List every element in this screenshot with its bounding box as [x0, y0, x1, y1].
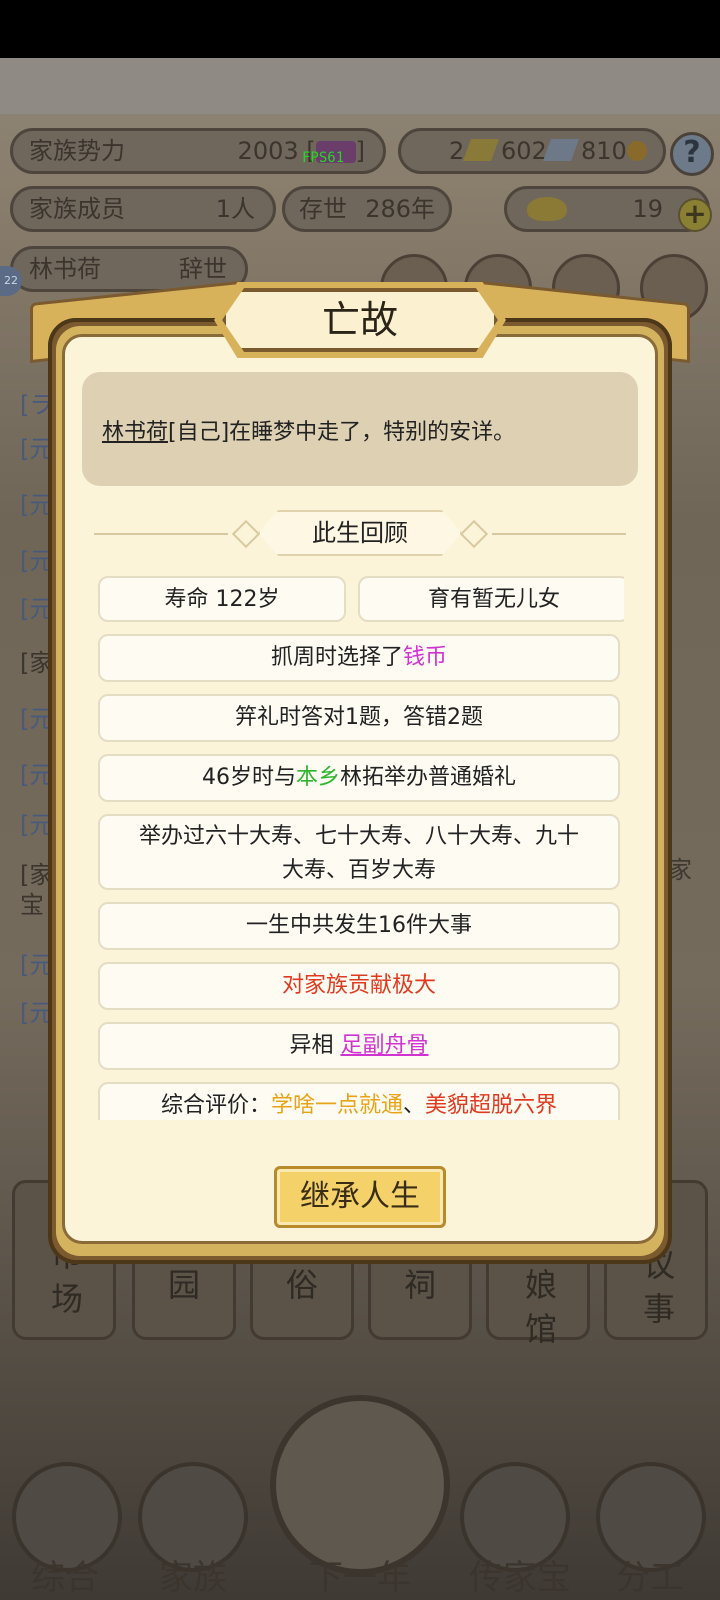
family-members-value: 1人 — [215, 195, 255, 223]
nav-heirloom-label[interactable]: 传家宝 — [455, 1550, 585, 1599]
evaluation-card: 综合评价：学啥一点就通、美貌超脱六界 — [98, 1082, 620, 1120]
family-power-label: 家族势力 — [29, 137, 125, 165]
silver-count: 602 — [501, 137, 547, 165]
section-divider-left — [94, 533, 228, 535]
evaluation-trait-2: 美貌超脱六界 — [425, 1093, 558, 1118]
inherit-life-button[interactable]: 继承人生 — [274, 1166, 446, 1228]
evaluation-label: 综合评价： — [160, 1093, 271, 1118]
building-label: 园 — [167, 1266, 200, 1304]
nav-assign-label[interactable]: 分工 — [585, 1550, 715, 1599]
status-bar — [0, 0, 720, 58]
omen-value-link[interactable]: 足副舟骨 — [341, 1033, 429, 1058]
fps-counter: FPS61 — [302, 150, 345, 166]
zhuazhou-text: 抓周时选择了 — [270, 645, 403, 670]
next-year-orb[interactable] — [270, 1395, 450, 1575]
birthdays-card: 举办过六十大寿、七十大寿、八十大寿、九十大寿、百岁大寿 — [98, 814, 620, 890]
death-message-text: [自己]在睡梦中走了，特别的安详。 — [168, 420, 516, 445]
modal-title: 亡故 — [321, 298, 398, 342]
evaluation-separator: 、 — [403, 1093, 426, 1118]
silk-count: 810 — [581, 137, 627, 165]
jili-card: 笄礼时答对1题，答错2题 — [98, 694, 620, 742]
events-card: 一生中共发生16件大事 — [98, 902, 620, 950]
family-members-pill[interactable]: 家族成员 1人 — [10, 186, 276, 232]
section-divider-right — [492, 533, 626, 535]
nav-overview-label[interactable]: 综合 — [0, 1550, 130, 1599]
currency-pill[interactable]: 2 602 810 — [398, 128, 666, 174]
marriage-card: 46岁时与本乡林拓举办普通婚礼 — [98, 754, 620, 802]
existence-pill: 存世 286年 — [282, 186, 452, 232]
death-message: 林书荷[自己]在睡梦中走了，特别的安详。 — [102, 414, 515, 446]
building-label: 娘馆 — [524, 1266, 557, 1348]
family-power-bracket: ] — [355, 137, 365, 165]
evaluation-trait-1: 学啥一点就通 — [270, 1093, 403, 1118]
coin-icon — [627, 141, 647, 161]
nav-next-year-label[interactable]: 下一年 — [295, 1550, 425, 1599]
existence-value: 286年 — [365, 195, 435, 223]
gold-count: 2 — [449, 137, 465, 165]
children-card: 育有暂无儿女 — [358, 576, 624, 622]
person-name: 林书荷 — [29, 255, 101, 283]
gold-bar-icon — [462, 139, 500, 161]
deceased-name-link[interactable]: 林书荷 — [102, 420, 168, 445]
contribution-card: 对家族贡献极大 — [98, 962, 620, 1010]
marriage-prefix: 46岁时与 — [201, 765, 296, 790]
family-members-label: 家族成员 — [29, 195, 125, 223]
top-band — [0, 58, 720, 114]
add-ingot-button[interactable]: + — [678, 198, 712, 232]
zhuazhou-card: 抓周时选择了钱币 — [98, 634, 620, 682]
building-label: 祠 — [403, 1266, 436, 1304]
marriage-suffix: 林拓举办普通婚礼 — [340, 765, 517, 790]
log-entry: 宝 — [20, 891, 44, 919]
existence-label: 存世 — [299, 195, 347, 223]
lifespan-card: 寿命 122岁 — [98, 576, 346, 622]
omen-label: 异相 — [289, 1033, 334, 1058]
help-button[interactable]: ? — [670, 132, 714, 176]
nav-family-label[interactable]: 家族 — [128, 1550, 258, 1599]
building-label: 俗 — [285, 1266, 318, 1304]
omen-card: 异相 足副舟骨 — [98, 1022, 620, 1070]
life-review-title: 此生回顾 — [312, 519, 408, 547]
silver-bar-icon — [542, 139, 580, 161]
ingot-value: 19 — [632, 195, 663, 223]
life-review-list[interactable]: 寿命 122岁 育有暂无儿女 抓周时选择了钱币 笄礼时答对1题，答错2题 46岁… — [96, 576, 624, 1120]
gold-ingot-icon — [527, 197, 567, 221]
marriage-place: 本乡 — [295, 765, 340, 790]
zhuazhou-item: 钱币 — [403, 645, 448, 670]
